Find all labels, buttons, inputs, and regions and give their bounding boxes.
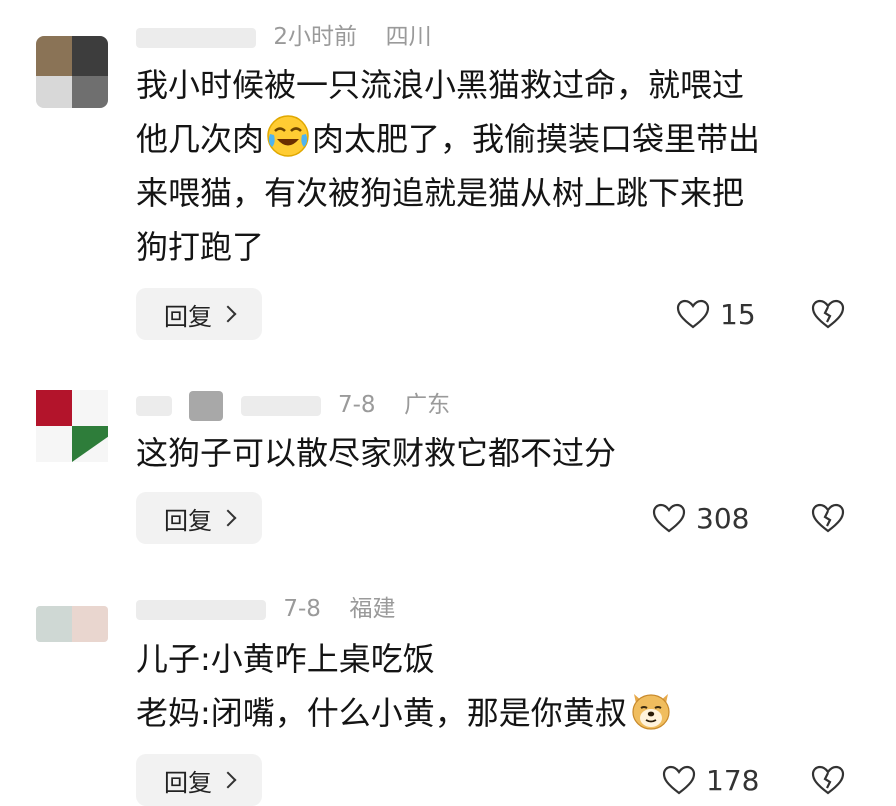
reply-label: 回复 xyxy=(164,768,212,797)
broken-heart-icon xyxy=(811,299,845,329)
username-redacted[interactable] xyxy=(136,395,172,416)
reply-button[interactable]: 回复 xyxy=(136,288,262,340)
comment-item: 7-8 广东 这狗子可以散尽家财救它都不过分 回复 308 xyxy=(0,350,896,570)
like-button[interactable]: 15 xyxy=(676,288,756,340)
comment-meta: 2小时前 四川 xyxy=(136,20,432,54)
comment-time: 7-8 xyxy=(337,392,376,418)
comment-time: 7-8 xyxy=(283,596,321,622)
comment-location: 广东 xyxy=(404,392,451,418)
avatar[interactable] xyxy=(36,606,108,642)
comment-meta: 7-8 广东 xyxy=(136,388,450,422)
chevron-right-icon xyxy=(219,771,237,789)
avatar[interactable] xyxy=(36,36,108,108)
heart-outline-icon xyxy=(652,503,686,533)
comment-line: 儿子:小黄咋上桌吃饭 xyxy=(136,640,435,678)
comment-line: 狗打跑了 xyxy=(136,228,265,266)
comment-text: 儿子:小黄咋上桌吃饭 老妈:闭嘴，什么小黄，那是你黄叔 xyxy=(136,632,856,740)
comment-item: 7-8 福建 儿子:小黄咋上桌吃饭 老妈:闭嘴，什么小黄，那是你黄叔 回复 17… xyxy=(0,570,896,806)
doge-emoji-icon xyxy=(632,694,670,730)
dislike-button[interactable] xyxy=(808,492,848,544)
comment-line: 他几次肉 肉太肥了，我偷摸装口袋里带出 xyxy=(136,112,856,166)
comment-text: 这狗子可以散尽家财救它都不过分 xyxy=(136,426,856,480)
chevron-right-icon xyxy=(219,305,237,323)
broken-heart-icon xyxy=(811,503,845,533)
chevron-right-icon xyxy=(219,509,237,527)
like-count: 308 xyxy=(696,501,750,535)
crying-laughing-emoji-icon xyxy=(267,115,309,157)
comment-line: 这狗子可以散尽家财救它都不过分 xyxy=(136,434,617,472)
broken-heart-icon xyxy=(811,765,845,795)
heart-outline-icon xyxy=(676,299,710,329)
comment-time: 2小时前 xyxy=(273,24,357,50)
comment-line: 老妈:闭嘴，什么小黄，那是你黄叔 xyxy=(136,686,856,740)
comment-item: 2小时前 四川 我小时候被一只流浪小黑猫救过命，就喂过 他几次肉 肉太肥了，我偷… xyxy=(0,0,896,350)
comment-location: 四川 xyxy=(385,24,432,50)
comment-line: 来喂猫，有次被狗追就是猫从树上跳下来把 xyxy=(136,174,745,212)
like-button[interactable]: 178 xyxy=(662,754,759,806)
comment-line: 我小时候被一只流浪小黑猫救过命，就喂过 xyxy=(136,66,745,104)
comment-meta: 7-8 福建 xyxy=(136,592,396,626)
like-count: 15 xyxy=(720,297,756,331)
reply-button[interactable]: 回复 xyxy=(136,754,262,806)
comment-text: 我小时候被一只流浪小黑猫救过命，就喂过 他几次肉 肉太肥了，我偷摸装口袋里带出 … xyxy=(136,58,856,274)
like-button[interactable]: 308 xyxy=(652,492,749,544)
dislike-button[interactable] xyxy=(808,754,848,806)
heart-outline-icon xyxy=(662,765,696,795)
reply-label: 回复 xyxy=(164,302,212,331)
like-count: 178 xyxy=(706,763,760,797)
reply-label: 回复 xyxy=(164,506,212,535)
comment-location: 福建 xyxy=(349,596,396,622)
avatar[interactable] xyxy=(36,390,108,462)
username-redacted[interactable] xyxy=(136,599,266,620)
reply-button[interactable]: 回复 xyxy=(136,492,262,544)
username-redacted[interactable] xyxy=(136,27,256,48)
dislike-button[interactable] xyxy=(808,288,848,340)
